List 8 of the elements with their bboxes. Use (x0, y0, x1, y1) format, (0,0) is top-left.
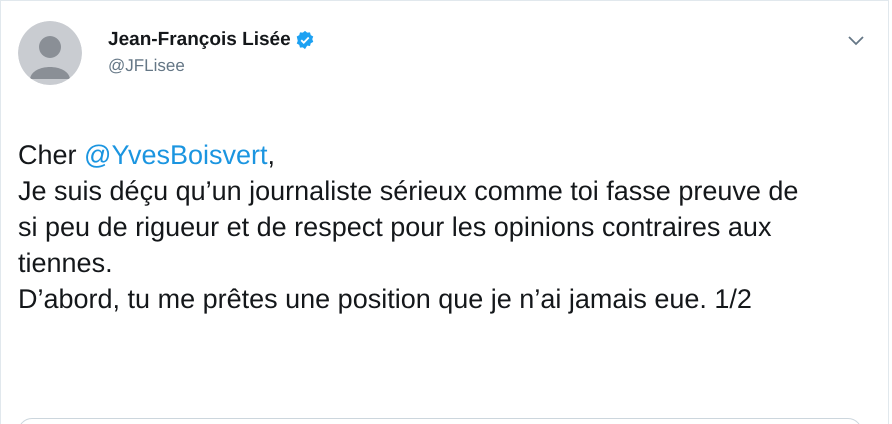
author-name[interactable]: Jean-François Lisée (108, 29, 291, 51)
avatar[interactable] (18, 21, 82, 85)
chevron-down-icon[interactable] (848, 36, 864, 46)
tweet-text: Cher @YvesBoisvert, (18, 139, 276, 172)
author-handle[interactable]: @JFLisee (108, 55, 315, 77)
tweet-text: D’abord, tu me prêtes une position que je n’ai jamais eue. 1/2 (18, 283, 753, 316)
mention-link[interactable]: @YvesBoisvert (84, 140, 268, 170)
tweet-text: Je suis déçu qu’un journaliste sérieux comme toi fasse preuve de si peu de rigueur et de respect pour les opinions contraires aux tiennes. (18, 175, 800, 280)
